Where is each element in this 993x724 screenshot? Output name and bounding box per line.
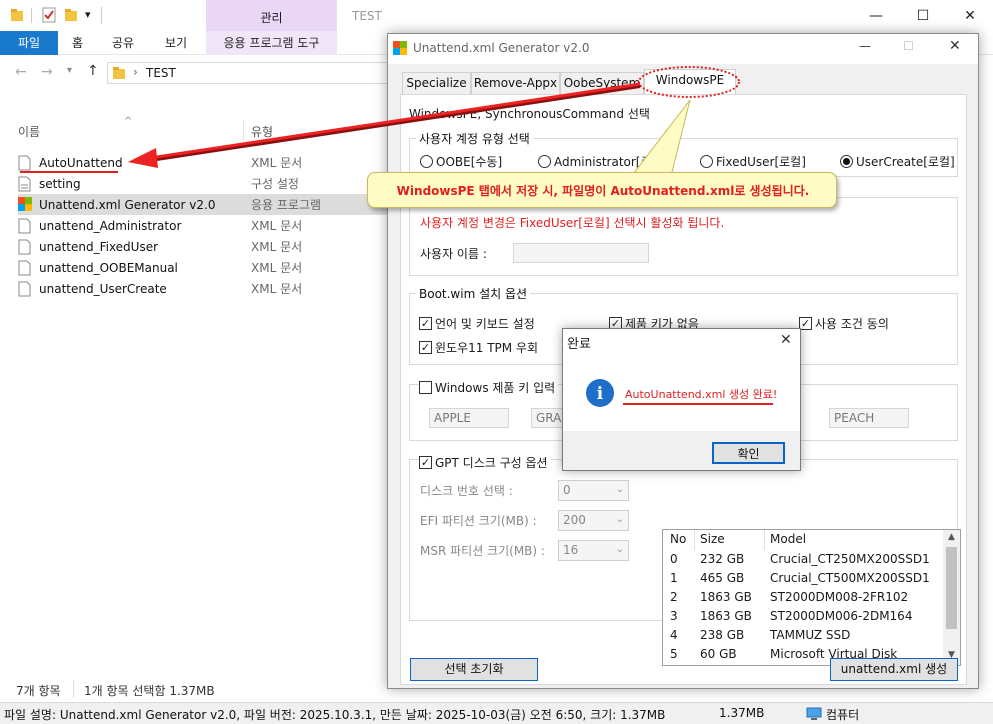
callout-text: WindowsPE 탭에서 저장 시, 파일명이 AutoUnattend.xm… xyxy=(396,184,810,198)
message-text: AutoUnattend.xml 생성 완료! xyxy=(625,388,778,401)
close-icon[interactable]: ✕ xyxy=(780,332,792,348)
annotation-arrow xyxy=(149,82,641,160)
message-box-title: 완료 xyxy=(567,337,591,352)
annotation-overlay xyxy=(128,66,740,181)
ok-button[interactable]: 확인 xyxy=(712,442,785,464)
annotation-underline xyxy=(623,403,773,405)
annotation-callout: WindowsPE 탭에서 저장 시, 파일명이 AutoUnattend.xm… xyxy=(367,172,837,208)
info-icon: i xyxy=(585,378,615,408)
tab-highlight-ellipse xyxy=(638,66,740,98)
annotation-arrow-head xyxy=(128,148,158,168)
svg-text:i: i xyxy=(597,384,604,404)
annotation-arrow-shadow xyxy=(149,84,641,162)
callout-pointer xyxy=(629,99,691,181)
message-box: 완료 ✕ i AutoUnattend.xml 생성 완료! 확인 xyxy=(562,328,801,471)
message-box-footer: 확인 xyxy=(563,431,800,470)
